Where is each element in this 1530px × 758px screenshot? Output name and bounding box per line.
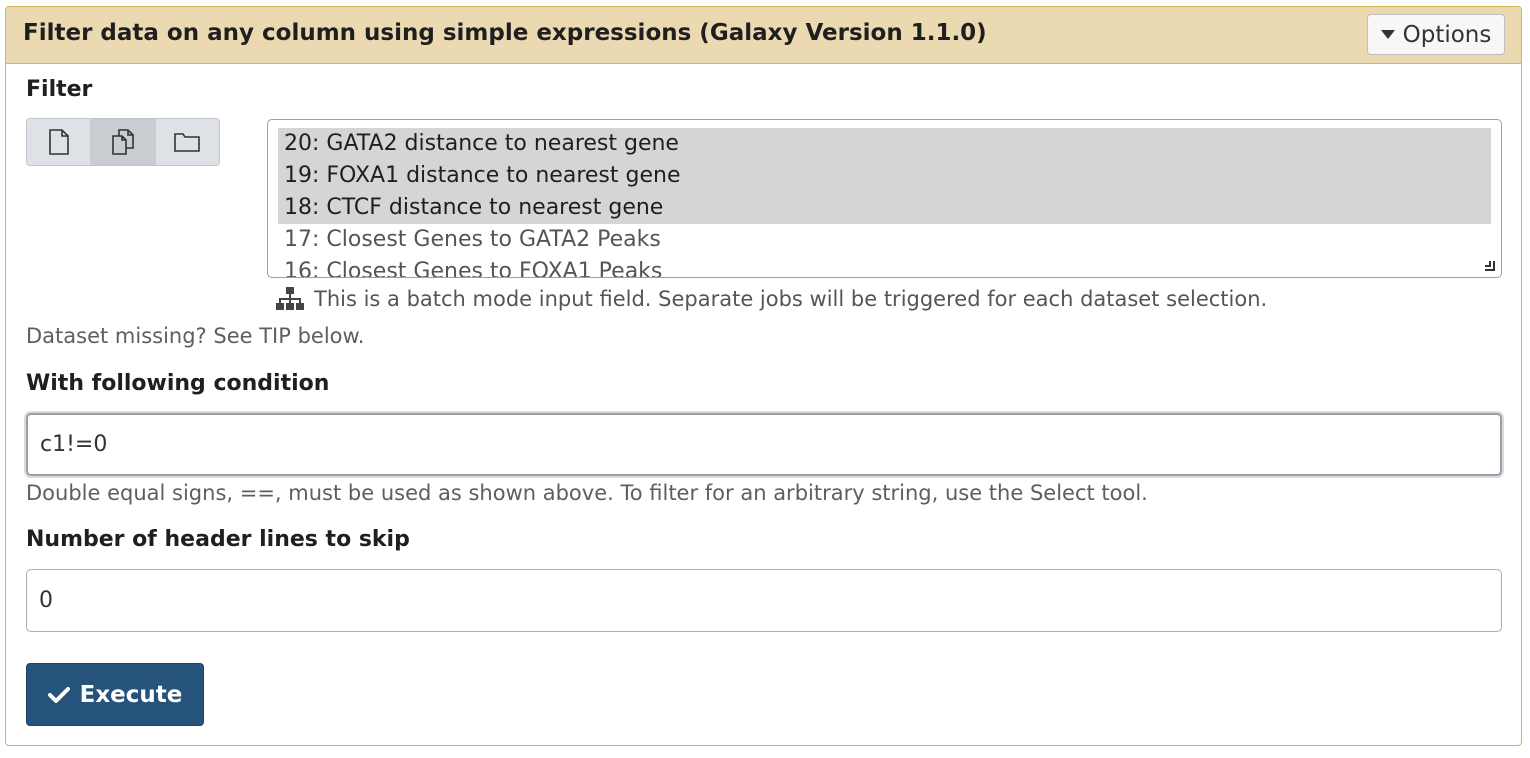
single-dataset-button[interactable] (27, 119, 92, 165)
options-button[interactable]: Options (1367, 14, 1505, 55)
dataset-missing-tip: Dataset missing? See TIP below. (26, 324, 365, 348)
multiple-files-icon (112, 129, 134, 155)
dataset-collection-button[interactable] (155, 119, 219, 165)
check-icon (47, 686, 70, 703)
condition-label: With following condition (26, 371, 330, 396)
batch-mode-text: This is a batch mode input field. Separa… (314, 287, 1268, 311)
execute-button[interactable]: Execute (26, 663, 204, 726)
sitemap-icon (276, 287, 304, 310)
dataset-option[interactable]: 20: GATA2 distance to nearest gene (278, 128, 1491, 160)
folder-icon (174, 133, 201, 152)
multiple-datasets-button[interactable] (91, 119, 156, 165)
filter-label: Filter (26, 77, 93, 102)
resize-grip-icon[interactable] (1485, 261, 1495, 271)
execute-label: Execute (79, 681, 183, 708)
caret-down-icon (1380, 30, 1395, 39)
dataset-mode-toggle (26, 118, 220, 166)
dataset-multiselect[interactable]: 20: GATA2 distance to nearest gene 19: F… (267, 119, 1502, 278)
dataset-option[interactable]: 17: Closest Genes to GATA2 Peaks (278, 224, 1491, 256)
header-lines-label: Number of header lines to skip (26, 527, 410, 552)
batch-mode-note: This is a batch mode input field. Separa… (276, 287, 1267, 311)
condition-help: Double equal signs, ==, must be used as … (26, 481, 1148, 505)
tool-form-panel: Filter data on any column using simple e… (5, 6, 1522, 746)
dataset-option[interactable]: 18: CTCF distance to nearest gene (278, 192, 1491, 224)
dataset-option[interactable]: 16: Closest Genes to FOXA1 Peaks (278, 256, 1491, 277)
options-label: Options (1402, 21, 1492, 48)
tool-title: Filter data on any column using simple e… (23, 20, 987, 46)
single-file-icon (48, 129, 69, 155)
dataset-option[interactable]: 19: FOXA1 distance to nearest gene (278, 160, 1491, 192)
condition-input[interactable] (26, 413, 1502, 476)
header-lines-input[interactable] (26, 569, 1502, 632)
tool-header: Filter data on any column using simple e… (6, 7, 1521, 64)
